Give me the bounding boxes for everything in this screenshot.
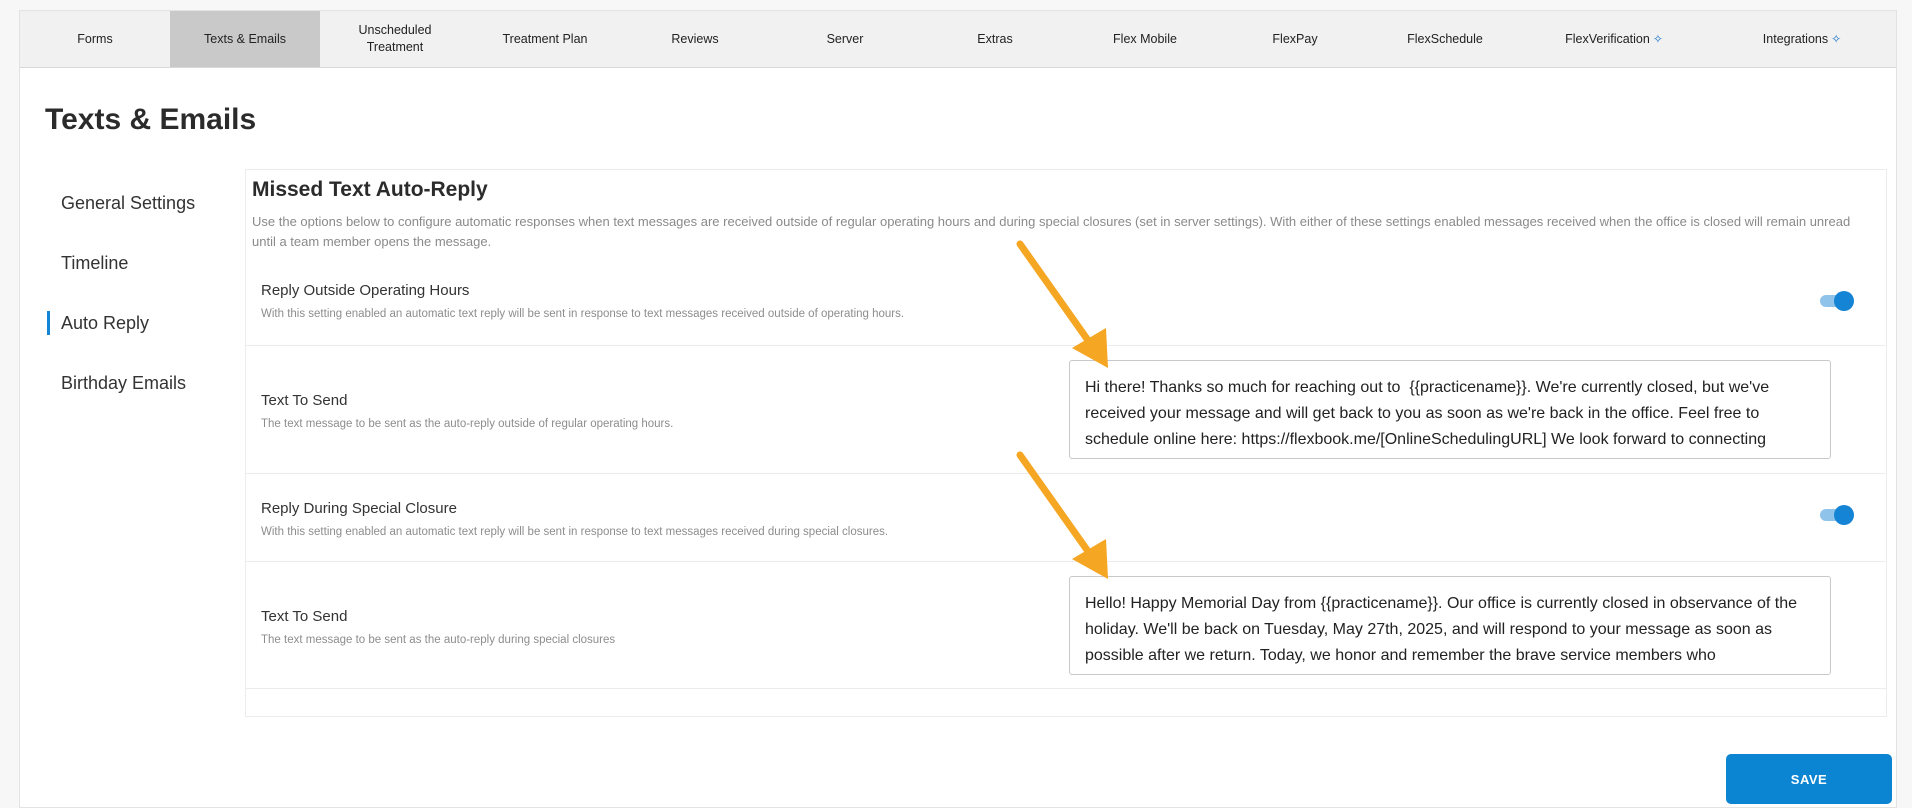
tab-label: Integrations bbox=[1762, 31, 1829, 46]
sidenav-item-label: Timeline bbox=[61, 252, 129, 273]
tab-flexverification[interactable]: FlexVerification ✧ bbox=[1520, 11, 1708, 67]
row-label: Text To Send bbox=[261, 392, 348, 409]
tab-forms[interactable]: Forms bbox=[20, 11, 170, 67]
row-description: The text message to be sent as the auto-… bbox=[261, 634, 616, 646]
tab-label: Reviews bbox=[671, 31, 719, 46]
row-reply-outside-hours: Reply Outside Operating Hours With this … bbox=[246, 266, 1886, 346]
tab-label: FlexPay bbox=[1272, 31, 1318, 46]
page-title: Texts & Emails bbox=[45, 103, 257, 136]
sidenav-item-label: General Settings bbox=[61, 192, 196, 213]
tab-label: Unscheduled Treatment bbox=[358, 23, 432, 54]
sidenav-item-label: Auto Reply bbox=[61, 312, 150, 333]
tab-label: FlexSchedule bbox=[1407, 31, 1483, 46]
outside-hours-message-input[interactable]: Hi there! Thanks so much for reaching ou… bbox=[1069, 360, 1831, 459]
tab-label: Texts & Emails bbox=[204, 31, 286, 46]
tab-label: Treatment Plan bbox=[502, 31, 588, 46]
tab-label: Forms bbox=[77, 31, 113, 46]
reply-special-closure-toggle[interactable] bbox=[1820, 505, 1854, 525]
row-description: The text message to be sent as the auto-… bbox=[261, 418, 674, 430]
tab-server[interactable]: Server bbox=[770, 11, 920, 67]
tab-reviews[interactable]: Reviews bbox=[620, 11, 770, 67]
toggle-knob bbox=[1834, 291, 1854, 311]
sparkle-icon: ✧ bbox=[1652, 31, 1663, 46]
tab-flexschedule[interactable]: FlexSchedule bbox=[1370, 11, 1520, 67]
reply-outside-hours-toggle[interactable] bbox=[1820, 291, 1854, 311]
auto-reply-panel: Missed Text Auto-Reply Use the options b… bbox=[245, 169, 1887, 717]
row-description: With this setting enabled an automatic t… bbox=[261, 308, 905, 320]
tab-extras[interactable]: Extras bbox=[920, 11, 1070, 67]
tab-label: Server bbox=[826, 31, 864, 46]
sidenav-item-label: Birthday Emails bbox=[61, 372, 187, 393]
tab-label: Extras bbox=[977, 31, 1013, 46]
row-label: Reply Outside Operating Hours bbox=[261, 282, 470, 299]
special-closure-message-input[interactable]: Hello! Happy Memorial Day from {{practic… bbox=[1069, 576, 1831, 675]
toggle-knob bbox=[1834, 505, 1854, 525]
row-label: Reply During Special Closure bbox=[261, 500, 457, 517]
sidenav-item-general-settings[interactable]: General Settings bbox=[47, 173, 247, 233]
row-closure-text-to-send: Text To Send The text message to be sent… bbox=[246, 562, 1886, 689]
tab-texts-emails[interactable]: Texts & Emails bbox=[170, 11, 320, 67]
tab-label: FlexVerification bbox=[1565, 31, 1650, 46]
top-tab-bar: Forms Texts & Emails Unscheduled Treatme… bbox=[20, 11, 1896, 68]
row-reply-special-closure: Reply During Special Closure With this s… bbox=[246, 474, 1886, 562]
settings-page: Forms Texts & Emails Unscheduled Treatme… bbox=[19, 10, 1897, 808]
row-description: With this setting enabled an automatic t… bbox=[261, 526, 889, 538]
sidenav-item-auto-reply[interactable]: Auto Reply bbox=[47, 293, 247, 353]
tab-treatment-plan[interactable]: Treatment Plan bbox=[470, 11, 620, 67]
settings-side-nav: General Settings Timeline Auto Reply Bir… bbox=[47, 173, 247, 413]
section-title: Missed Text Auto-Reply bbox=[252, 178, 488, 201]
sparkle-icon: ✧ bbox=[1831, 31, 1842, 46]
sidenav-item-timeline[interactable]: Timeline bbox=[47, 233, 247, 293]
save-button[interactable]: SAVE bbox=[1726, 754, 1892, 804]
sidenav-item-birthday-emails[interactable]: Birthday Emails bbox=[47, 353, 247, 413]
section-description: Use the options below to configure autom… bbox=[252, 214, 1851, 249]
tab-label: Flex Mobile bbox=[1113, 31, 1177, 46]
tab-unscheduled-treatment[interactable]: Unscheduled Treatment bbox=[320, 11, 470, 67]
tab-integrations[interactable]: Integrations ✧ bbox=[1708, 11, 1896, 67]
tab-flex-mobile[interactable]: Flex Mobile bbox=[1070, 11, 1220, 67]
tab-flexpay[interactable]: FlexPay bbox=[1220, 11, 1370, 67]
row-outside-text-to-send: Text To Send The text message to be sent… bbox=[246, 346, 1886, 474]
row-label: Text To Send bbox=[261, 608, 348, 625]
